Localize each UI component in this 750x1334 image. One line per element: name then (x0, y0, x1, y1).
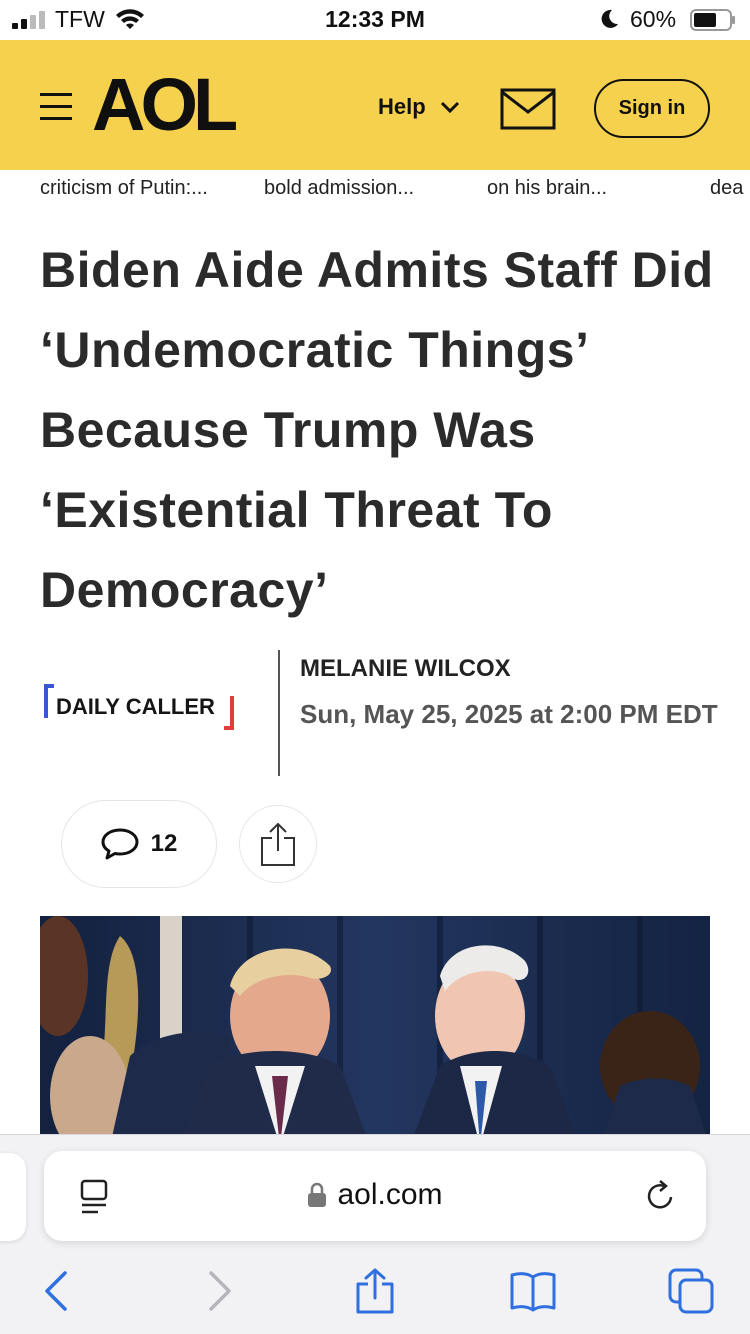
article-hero-image[interactable] (40, 916, 710, 1146)
help-label: Help (378, 94, 426, 119)
sign-in-button[interactable]: Sign in (594, 79, 710, 138)
share-icon (261, 822, 295, 866)
bookmarks-icon[interactable] (510, 1268, 556, 1314)
trending-strip: criticism of Putin:... bold admission...… (0, 170, 750, 206)
help-menu[interactable]: Help (378, 94, 460, 120)
comment-count: 12 (150, 830, 178, 857)
article-headline: Biden Aide Admits Staff Did ‘Undemocrati… (40, 242, 714, 618)
do-not-disturb-icon (601, 9, 618, 28)
source-name: DAILY CALLER (56, 694, 215, 719)
share-button[interactable] (239, 805, 317, 883)
comment-bubble-icon (101, 828, 139, 860)
publish-date: Sun, May 25, 2025 at 2:00 PM EDT (300, 699, 718, 729)
back-arrow-icon[interactable] (35, 1268, 81, 1314)
forward-arrow-icon[interactable] (195, 1268, 241, 1314)
url-display: aol.com (44, 1178, 706, 1212)
trending-link[interactable]: on his brain... (487, 177, 607, 200)
share-icon[interactable] (352, 1268, 398, 1314)
author-name[interactable]: MELANIE WILCOX (300, 655, 511, 683)
logo-bracket-right (224, 696, 234, 730)
reload-icon[interactable] (644, 1179, 678, 1213)
status-bar: TFW 12:33 PM 60% (0, 0, 750, 40)
photo-illustration (40, 916, 710, 1146)
lock-icon (308, 1182, 327, 1207)
previous-tab-peek[interactable] (0, 1153, 26, 1241)
trending-link[interactable]: bold admission... (264, 177, 414, 200)
trending-link[interactable]: criticism of Putin:... (40, 177, 208, 200)
aol-logo[interactable]: AOL (92, 68, 238, 142)
trending-link[interactable]: dea (710, 177, 743, 200)
comments-button[interactable]: 12 (61, 800, 217, 888)
battery-icon (690, 9, 735, 31)
source-logo[interactable]: DAILY CALLER (44, 684, 236, 730)
byline-divider (278, 650, 280, 776)
url-text: aol.com (337, 1178, 443, 1211)
mail-icon[interactable] (500, 88, 556, 130)
tabs-icon[interactable] (668, 1268, 714, 1314)
address-bar[interactable]: aol.com (44, 1151, 706, 1241)
battery-percentage: 60% (630, 6, 677, 32)
site-header: AOL Help Sign in (0, 40, 750, 170)
logo-bracket-left (44, 684, 54, 718)
hamburger-icon[interactable] (38, 90, 74, 124)
chevron-down-icon (440, 101, 459, 114)
